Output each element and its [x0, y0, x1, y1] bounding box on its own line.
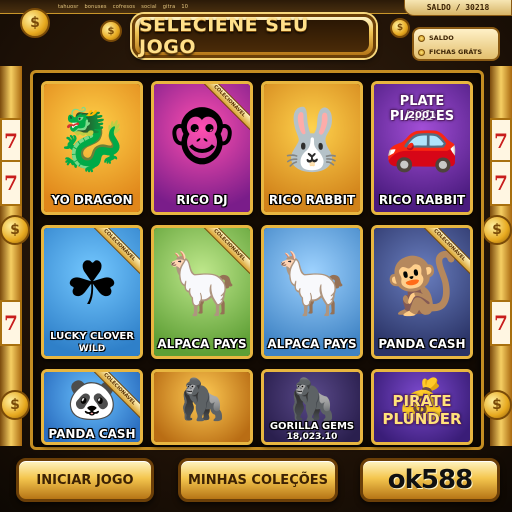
coin-icon: $	[0, 390, 30, 420]
title-banner: SELECIENE SEU JOGO	[132, 14, 376, 58]
game-card[interactable]: 💰 PIRATE PLUNDER	[371, 369, 473, 445]
page-title: SELECIENE SEU JOGO	[139, 14, 369, 58]
game-title: ALPACA PAYS	[157, 337, 247, 351]
game-title: RICO DJ	[176, 193, 228, 207]
coin-icon: $	[20, 8, 50, 38]
nav-item[interactable]: social	[141, 4, 156, 10]
brand-logo: ok588	[360, 458, 500, 502]
game-card[interactable]: 🐒 COLECIONÁVEL PANDA CASH	[371, 225, 473, 359]
coin-icon: $	[482, 215, 512, 245]
free-chips-label: FICHAS GRÁTS	[429, 48, 483, 56]
game-title: YO DRAGON	[51, 193, 133, 207]
coin-icon: $	[482, 390, 512, 420]
free-chips-row: FICHAS GRÁTS	[418, 45, 494, 59]
game-title: PANDA CASH	[378, 337, 466, 351]
game-art-title: PIRATE PLUNDER	[382, 392, 462, 428]
nav-item[interactable]: bonuses	[84, 4, 106, 10]
slot-reel-icon: 7	[490, 300, 512, 346]
game-grid: 🐉 YO DRAGON 🐵 COLECIONÁVEL RICO DJ 🐰 RICO RABB…	[30, 70, 484, 450]
game-title: PANDA CASH	[48, 427, 136, 441]
start-game-button[interactable]: INICIAR JOGO	[16, 458, 154, 502]
pirate-gorilla-icon: 🦍	[287, 377, 337, 423]
game-title: LUCKY CLOVER	[50, 331, 134, 342]
game-art-subtitle: 2001	[408, 110, 436, 121]
game-card[interactable]: 🚗 PLATE PIANDES 2001 RICO RABBIT	[371, 81, 473, 215]
nav-item[interactable]: 10	[181, 4, 188, 10]
game-card[interactable]: 🐉 YO DRAGON	[41, 81, 143, 215]
rabbit-icon: 🐰	[274, 105, 350, 175]
game-card[interactable]: 🦙 ALPACA PAYS	[261, 225, 363, 359]
pirate-monkey-icon: 🐒	[384, 249, 460, 319]
monkey-dj-icon: 🐵	[167, 105, 237, 175]
info-panel: SALDO FICHAS GRÁTS	[412, 27, 500, 61]
alpaca-icon: 🦙	[164, 249, 240, 319]
slot-reel-icon: 7	[0, 300, 22, 346]
game-title: GORILLA GEMS	[269, 421, 355, 432]
my-collections-button[interactable]: MINHAS COLEÇÕES	[178, 458, 338, 502]
coin-icon: $	[390, 18, 410, 38]
alpaca-icon: 🦙	[274, 249, 350, 319]
game-card[interactable]: 🐵 COLECIONÁVEL RICO DJ	[151, 81, 253, 215]
leprechaun-icon: ☘	[65, 249, 119, 319]
dragon-icon: 🐉	[54, 105, 130, 175]
game-card[interactable]: ☘ COLECIONÁVEL LUCKY CLOVER WILD	[41, 225, 143, 359]
game-subtitle: WILD	[78, 344, 106, 354]
game-title: RICO RABBIT	[378, 193, 466, 207]
game-title: ALPACA PAYS	[267, 337, 357, 351]
game-title: RICO RABBIT	[268, 193, 356, 207]
gorilla-icon: 🦍	[177, 377, 227, 423]
slot-reel-icon: 7	[490, 160, 512, 206]
saldo-row: SALDO	[418, 31, 494, 45]
chip-icon	[418, 48, 425, 56]
game-card[interactable]: 🦍	[151, 369, 253, 445]
game-card[interactable]: 🦍 GORILLA GEMS 18,023.10	[261, 369, 363, 445]
game-subtitle: 18,023.10	[286, 432, 338, 442]
game-card[interactable]: 🦙 COLECIONÁVEL ALPACA PAYS	[151, 225, 253, 359]
nav-item[interactable]: cofresos	[113, 4, 135, 10]
coin-icon	[418, 34, 425, 42]
coin-icon: $	[0, 215, 30, 245]
saldo-label: SALDO	[429, 34, 454, 42]
coin-icon: $	[100, 20, 122, 42]
nav-item[interactable]: tahuosr	[58, 4, 78, 10]
slot-reel-icon: 7	[0, 118, 22, 164]
balance-display: SALDO / 30218	[404, 0, 512, 16]
nav-item[interactable]: gitra	[163, 4, 176, 10]
game-card[interactable]: 🐼 COLECIONÁVEL PANDA CASH	[41, 369, 143, 445]
game-card[interactable]: 🐰 RICO RABBIT	[261, 81, 363, 215]
slot-reel-icon: 7	[490, 118, 512, 164]
slot-reel-icon: 7	[0, 160, 22, 206]
